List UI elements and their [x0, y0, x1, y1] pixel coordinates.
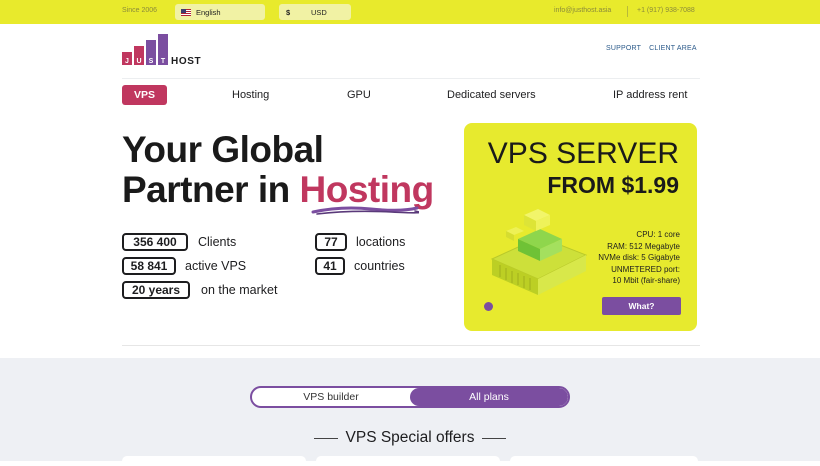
stat-years-label: on the market — [201, 283, 278, 297]
stat-clients-label: Clients — [198, 235, 237, 249]
server-illustration — [490, 209, 588, 295]
since-text: Since 2006 — [122, 7, 158, 14]
spec-port-speed: 10 Mbit (fair-share) — [612, 276, 680, 285]
promo-card: VPS SERVER FROM $1.99 CPU: 1 core RAM: 5… — [464, 123, 697, 331]
header-divider — [122, 78, 700, 79]
promo-specs: CPU: 1 core RAM: 512 Megabyte NVMe disk:… — [598, 229, 680, 287]
what-button[interactable]: What? — [602, 297, 681, 315]
hero-title-prefix: Partner in — [122, 169, 290, 210]
logo-letter: S — [149, 58, 154, 65]
stat-countries-value: 41 — [315, 257, 345, 275]
stat-active-vps-label: active VPS — [185, 259, 247, 273]
currency-code: USD — [311, 7, 327, 17]
justhost-logo[interactable]: J U S T HOST — [122, 33, 206, 67]
offer-card[interactable] — [122, 456, 306, 466]
nav-hosting[interactable]: Hosting — [232, 85, 269, 105]
logo-host-text: HOST — [171, 56, 201, 67]
client-area-link[interactable]: CLIENT AREA — [649, 45, 697, 52]
offer-card[interactable] — [510, 456, 698, 466]
stat-locations-label: locations — [356, 235, 406, 249]
divider — [627, 6, 628, 17]
nav-vps[interactable]: VPS — [122, 85, 167, 105]
hero-divider — [122, 345, 700, 346]
currency-select[interactable]: $ USD — [279, 4, 351, 20]
carousel-dot[interactable] — [484, 302, 493, 311]
brush-underline — [311, 206, 419, 215]
logo-letter: J — [125, 58, 129, 65]
logo-letter: T — [161, 58, 166, 65]
language-select[interactable]: English — [175, 4, 265, 20]
stat-locations-value: 77 — [315, 233, 347, 251]
stat-clients-value: 356 400 — [122, 233, 188, 251]
hero-title-line1: Your Global — [122, 129, 324, 170]
spec-port: UNMETERED port: — [611, 264, 680, 274]
promo-title: VPS SERVER — [487, 137, 679, 170]
stat-countries-label: countries — [354, 259, 405, 273]
currency-symbol: $ — [286, 7, 291, 17]
vps-builder-tab[interactable]: VPS builder — [252, 388, 410, 406]
offers-title: VPS Special offers — [345, 429, 475, 446]
us-flag-icon — [181, 8, 191, 16]
nav-ip-address-rent[interactable]: IP address rent — [613, 85, 687, 105]
language-label: English — [196, 7, 221, 17]
stat-active-vps-value: 58 841 — [122, 257, 176, 275]
hero-title: Your Global Partner in Hosting — [122, 130, 434, 210]
logo-letter: U — [136, 58, 141, 65]
header-links: SUPPORT CLIENT AREA — [606, 45, 697, 52]
spec-ram: RAM: 512 Megabyte — [607, 241, 680, 251]
spec-disk: NVMe disk: 5 Gigabyte — [598, 253, 680, 262]
plans-toggle: VPS builder All plans — [250, 386, 570, 408]
top-bar: Since 2006 English $ USD info@justhost.a… — [0, 0, 820, 24]
nav-dedicated-servers[interactable]: Dedicated servers — [447, 85, 536, 105]
spec-cpu: CPU: 1 core — [636, 230, 680, 239]
all-plans-tab[interactable]: All plans — [410, 388, 568, 406]
offer-card[interactable] — [316, 456, 500, 466]
title-line-right — [482, 438, 506, 439]
email-link[interactable]: info@justhost.asia — [554, 7, 611, 14]
nav-gpu[interactable]: GPU — [347, 85, 371, 105]
phone-link[interactable]: +1 (917) 938-7088 — [637, 7, 695, 14]
stat-years-value: 20 years — [122, 281, 190, 299]
support-link[interactable]: SUPPORT — [606, 45, 641, 52]
